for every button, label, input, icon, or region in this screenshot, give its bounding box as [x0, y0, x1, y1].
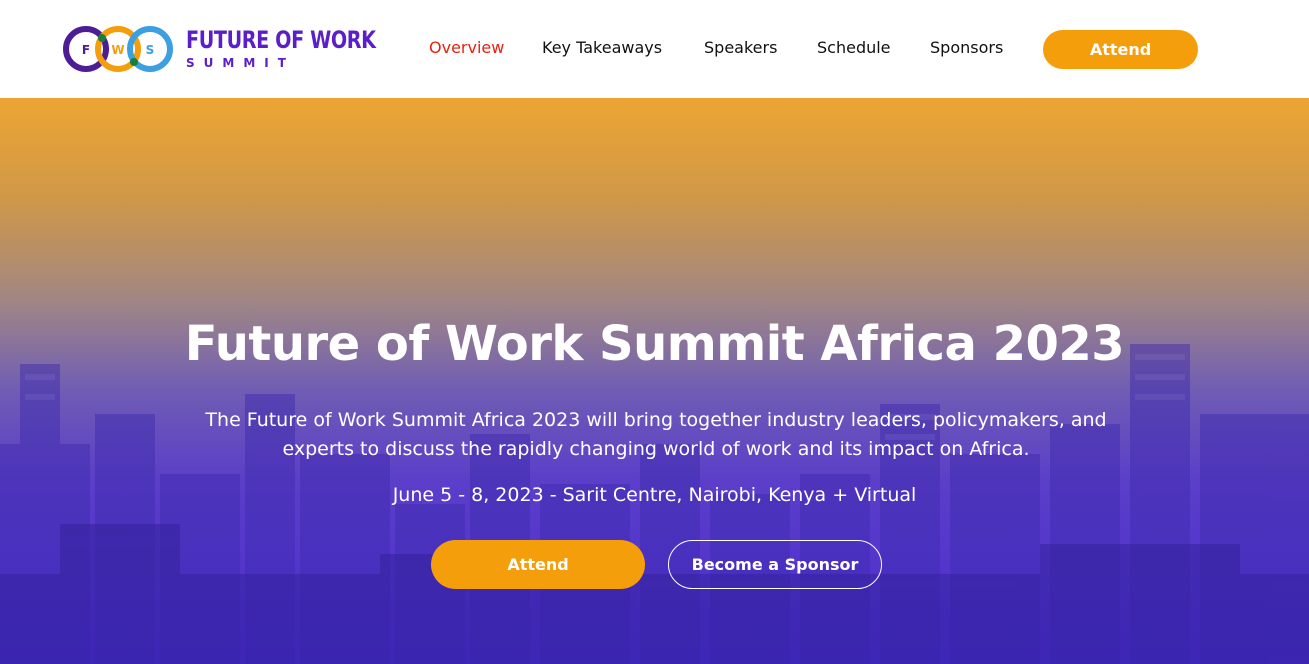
nav-sponsors[interactable]: Sponsors — [930, 38, 1003, 57]
attend-button[interactable]: Attend — [431, 540, 645, 589]
hero-date-location: June 5 - 8, 2023 - Sarit Centre, Nairobi… — [392, 484, 917, 506]
hero-overlay — [0, 98, 1309, 664]
site-header: F W S FUTURE OF WORK SUMMIT Overview Key… — [0, 0, 1309, 98]
become-sponsor-button[interactable]: Become a Sponsor — [668, 540, 882, 589]
hero-section: Future of Work Summit Africa 2023 The Fu… — [0, 98, 1309, 664]
hero-title: Future of Work Summit Africa 2023 — [184, 316, 1125, 372]
nav-schedule[interactable]: Schedule — [817, 38, 891, 57]
nav-key-takeaways[interactable]: Key Takeaways — [542, 38, 662, 57]
attend-header-button[interactable]: Attend — [1043, 30, 1198, 69]
nav-speakers[interactable]: Speakers — [704, 38, 777, 57]
hero-description: The Future of Work Summit Africa 2023 wi… — [205, 409, 1107, 460]
nav-overview[interactable]: Overview — [429, 38, 504, 57]
